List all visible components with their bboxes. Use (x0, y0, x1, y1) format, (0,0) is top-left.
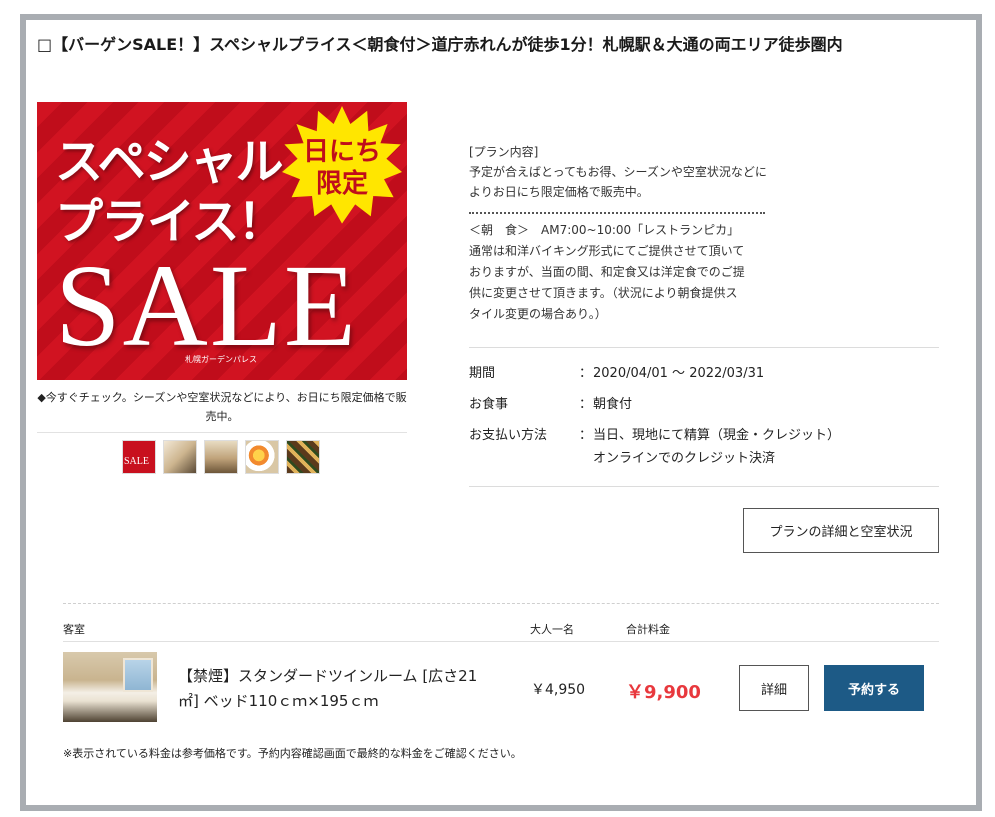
reserve-button[interactable]: 予約する (824, 665, 924, 711)
period-separator: ： (579, 366, 593, 381)
hotel-logo-text: 札幌ガーデンパレス (185, 355, 257, 364)
image-caption: ◆今すぐチェック。シーズンや空室状況などにより、お日にち限定価格で販売中。 (37, 391, 407, 423)
thumbnail-room[interactable] (163, 440, 197, 474)
section-dashed-divider (63, 603, 939, 604)
info-row-payment: お支払い方法 ： 当日、現地にて精算（現金・クレジット） オンラインでのクレジッ… (469, 424, 939, 470)
limited-badge-text: 日にち限定 (302, 137, 381, 199)
price-footnote: ※表示されている料金は参考価格です。予約内容確認画面で最終的な料金をご確認くださ… (63, 747, 522, 760)
thumbnail-breakfast[interactable] (245, 440, 279, 474)
plan-title: □【バーゲンSALE！】スペシャルプライス＜朝食付＞道庁赤れんが徒歩1分！札幌駅… (37, 35, 843, 54)
plan-main-image[interactable]: 日にち限定 スペシャル プライス！ SALE 札幌ガーデンパレス (37, 102, 407, 380)
period-value: 2020/04/01 ～ 2022/03/31 (593, 366, 765, 381)
thumbnail-strip: SALE (122, 440, 320, 474)
payment-value: 当日、現地にて精算（現金・クレジット） オンラインでのクレジット決済 (593, 428, 841, 466)
meal-separator: ： (579, 397, 593, 412)
meal-value: 朝食付 (593, 397, 633, 412)
room-thumbnail[interactable] (63, 652, 157, 722)
breakfast-description: ＜朝 食＞ AM7:00~10:00「レストランピカ」 通常は和洋バイキング形式… (469, 223, 745, 321)
info-row-meal: お食事 ： 朝食付 (469, 393, 939, 416)
dotted-divider (469, 212, 765, 214)
thumbnail-room-2[interactable] (204, 440, 238, 474)
plan-detail-button[interactable]: プランの詳細と空室状況 (743, 508, 939, 553)
info-top-rule (469, 347, 939, 348)
info-row-period: 期間 ： 2020/04/01 ～ 2022/03/31 (469, 362, 939, 385)
period-label: 期間 (469, 366, 496, 381)
plan-content-text: [プラン内容] 予定が合えばとってもお得、シーズンや空室状況などに よりお日にち… (469, 145, 767, 199)
thumbnail-breakfast-2[interactable] (286, 440, 320, 474)
column-header-total: 合計料金 (626, 623, 670, 636)
table-header-rule (63, 641, 939, 642)
payment-label: お支払い方法 (469, 428, 548, 443)
column-header-per-adult: 大人一名 (530, 623, 574, 636)
info-bottom-rule (469, 486, 939, 487)
room-name: 【禁煙】スタンダードツインルーム [広さ21㎡] ベッド110ｃｍ×195ｃｍ (178, 667, 478, 710)
payment-separator: ： (579, 428, 593, 443)
thumb-divider (37, 432, 407, 433)
plan-info: 期間 ： 2020/04/01 ～ 2022/03/31 お食事 ： 朝食付 お… (469, 362, 939, 470)
meal-label: お食事 (469, 397, 509, 412)
price-total: ￥9,900 (626, 682, 701, 703)
thumbnail-sale[interactable]: SALE (122, 440, 156, 474)
room-detail-button[interactable]: 詳細 (739, 665, 809, 711)
price-per-adult: ￥4,950 (531, 682, 586, 698)
column-header-room: 客室 (63, 623, 85, 636)
thumbnail-sale-text: SALE (124, 456, 149, 467)
